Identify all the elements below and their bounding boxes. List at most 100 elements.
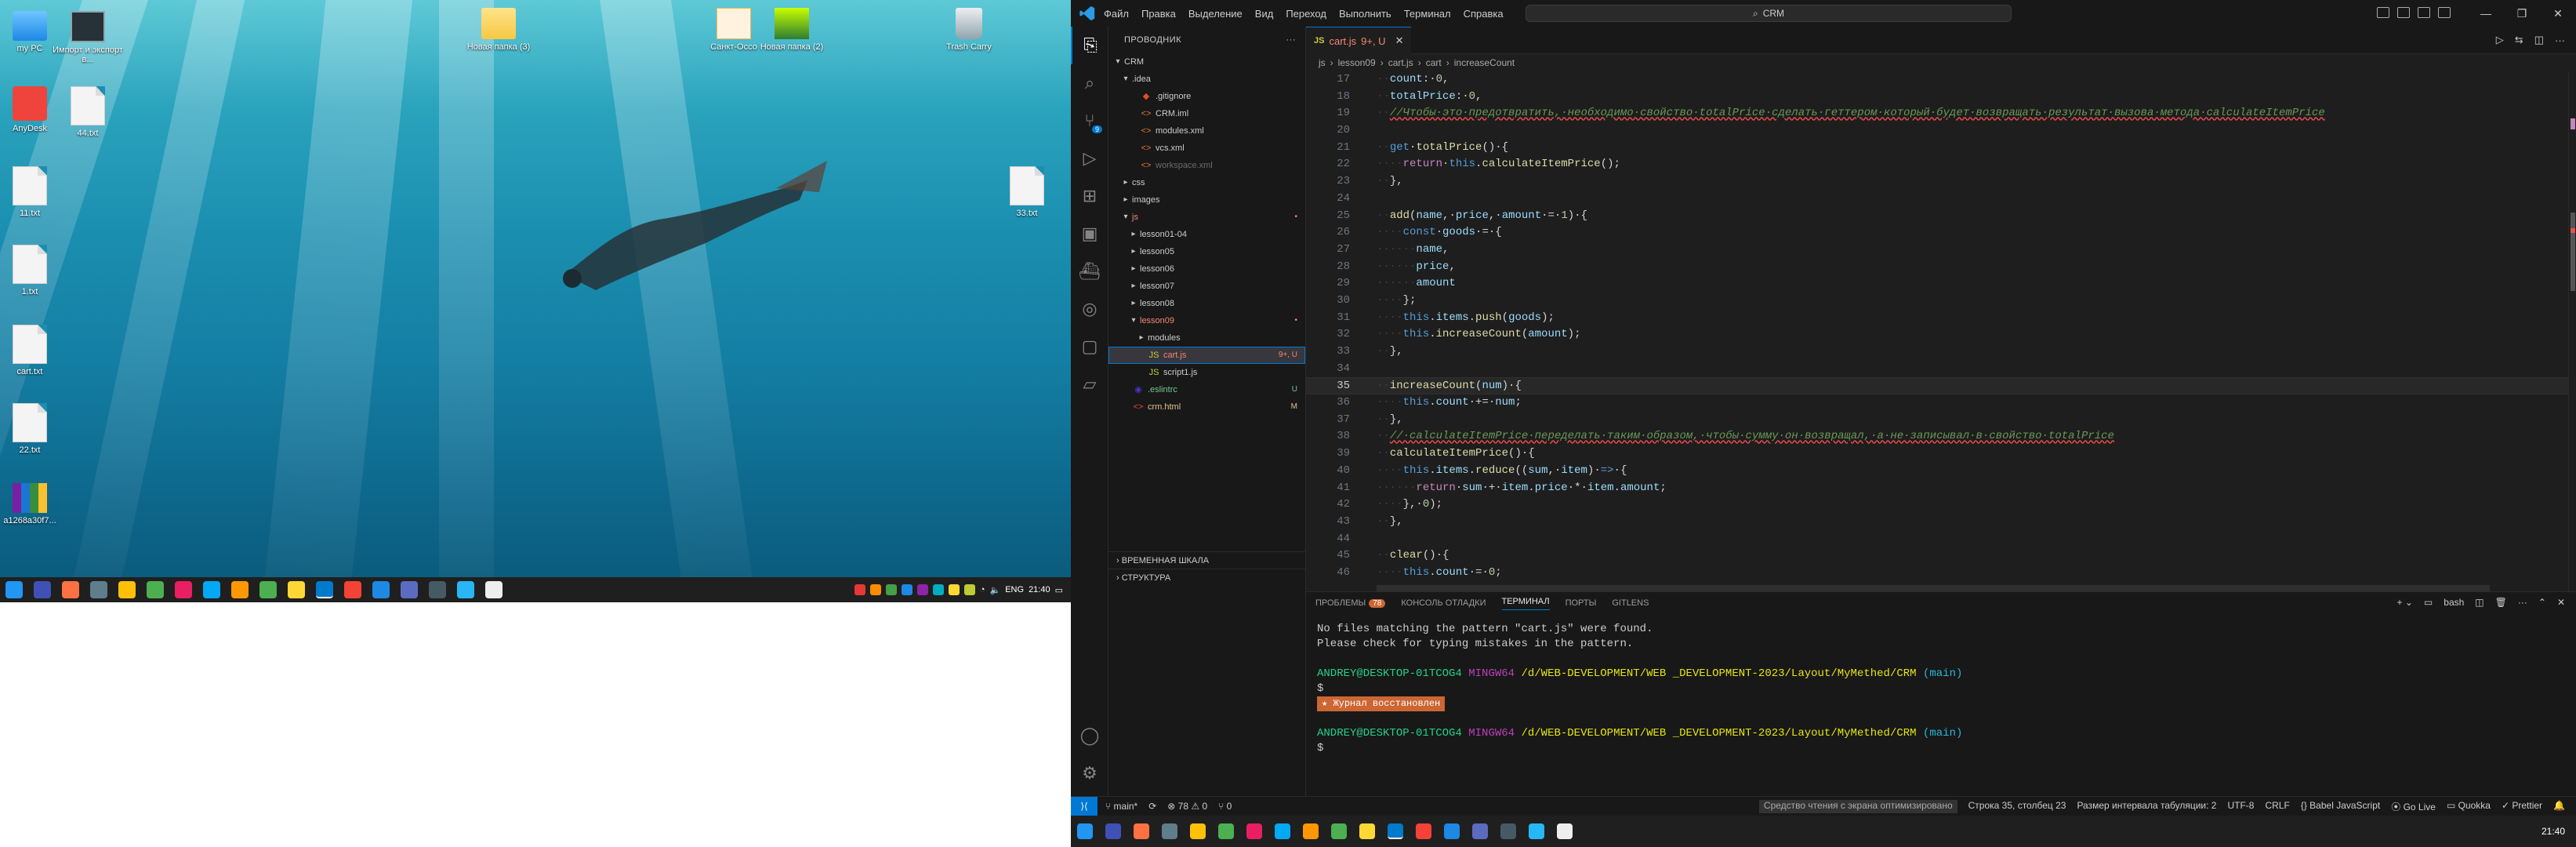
volume-icon[interactable]: 🔈 (990, 585, 1001, 595)
outline-section[interactable]: › СТРУКТУРА (1108, 569, 1306, 586)
tray-icon[interactable] (932, 584, 944, 595)
app-icon[interactable] (90, 581, 107, 598)
app-icon[interactable] (1218, 823, 1234, 839)
split-terminal-icon[interactable]: ◫ (2475, 597, 2483, 608)
split-editor-icon[interactable]: ◫ (2534, 34, 2544, 46)
clock[interactable]: 21:40 (1029, 585, 1050, 594)
app-icon[interactable] (175, 581, 192, 598)
screen-reader-status[interactable]: Средство чтения с экрана оптимизировано (1758, 799, 1957, 813)
tree-item[interactable]: ▸ lesson08 (1108, 295, 1305, 312)
notifications-icon[interactable]: 🔔 (2553, 800, 2565, 813)
breadcrumb-item[interactable]: increaseCount (1454, 57, 1515, 68)
panel-tab[interactable]: ТЕРМИНАЛ (1501, 597, 1550, 610)
menu-item[interactable]: Выделение (1188, 8, 1243, 20)
app-icon[interactable] (1529, 823, 1544, 839)
desktop-icon-44-txt[interactable]: 44.txt (50, 86, 125, 138)
breadcrumb-item[interactable]: cart.js (1388, 57, 1413, 68)
eol-status[interactable]: CRLF (2265, 800, 2289, 813)
app-icon[interactable] (1303, 823, 1319, 839)
app-icon[interactable] (1416, 823, 1431, 839)
trash-icon[interactable]: 🗑 (2495, 597, 2507, 608)
problems-indicator[interactable]: ⊗ 78 ⚠ 0 (1167, 801, 1207, 812)
start-icon[interactable] (5, 581, 23, 598)
tab-cart-js[interactable]: JS cart.js 9+, U ✕ (1306, 27, 1412, 54)
telegram-icon[interactable] (203, 581, 220, 598)
close-icon[interactable]: ✕ (2557, 597, 2565, 608)
tray-icon[interactable] (901, 584, 912, 595)
tree-item[interactable]: ▾ .idea (1108, 71, 1305, 88)
firefox-icon[interactable] (62, 581, 79, 598)
toggle-secondary-sidebar-icon[interactable] (2418, 7, 2430, 18)
tree-item[interactable]: <> workspace.xml (1108, 157, 1305, 174)
tray-icon[interactable] (869, 584, 881, 595)
branch-indicator[interactable]: ⑂ main* (1105, 801, 1137, 812)
maximize-icon[interactable]: ❐ (2504, 7, 2540, 20)
menu-item[interactable]: Терминал (1404, 8, 1451, 20)
tree-root[interactable]: ▾ CRM (1108, 53, 1305, 71)
new-terminal-icon[interactable]: + ⌄ (2397, 597, 2413, 608)
sync-icon[interactable]: ⟳ (1148, 801, 1156, 812)
panel-tab[interactable]: GITLENS (1612, 598, 1649, 608)
tree-item[interactable]: ▸ lesson07 (1108, 278, 1305, 295)
settings-gear-icon[interactable]: ⚙ (1071, 754, 1108, 792)
app-icon[interactable] (1246, 823, 1262, 839)
breadcrumb-item[interactable]: lesson09 (1338, 57, 1376, 68)
tray-icon[interactable] (885, 584, 897, 595)
customize-layout-icon[interactable] (2438, 7, 2451, 18)
tray-icon[interactable] (948, 584, 960, 595)
desktop-icon-1-txt[interactable]: 1.txt (0, 245, 67, 296)
tree-item[interactable]: JS script1.js (1108, 364, 1305, 381)
tree-item[interactable]: ◉ .eslintrc U (1108, 381, 1305, 398)
tree-item[interactable]: ◆ .gitignore (1108, 88, 1305, 105)
discord-icon[interactable] (1472, 823, 1488, 839)
app-icon[interactable] (1557, 823, 1573, 839)
app-icon[interactable] (485, 581, 503, 598)
edge-icon[interactable] (34, 581, 51, 598)
desktop-icon-import-export[interactable]: Импорт и экспорт в... (50, 11, 125, 64)
remote-explorer-icon[interactable]: ▣ (1071, 215, 1108, 253)
tree-item[interactable]: ▸ lesson01-04 (1108, 226, 1305, 243)
language-indicator[interactable]: ENG (1005, 585, 1024, 594)
more-actions-icon[interactable]: ··· (2518, 597, 2527, 608)
folder-icon[interactable] (1359, 823, 1375, 839)
tray-icon[interactable] (854, 584, 865, 595)
panel-tab[interactable]: ПРОБЛЕМЫ 78 (1315, 598, 1386, 608)
desktop-icon-22-txt[interactable]: 22.txt (0, 403, 67, 455)
desktop-icon-new-folder-3[interactable]: Новая папка (3) (461, 8, 536, 52)
toggle-sidebar-icon[interactable] (2377, 7, 2389, 18)
menu-item[interactable]: Файл (1104, 8, 1129, 20)
tree-item[interactable]: ▾ js • (1108, 209, 1305, 226)
app-icon[interactable] (429, 581, 446, 598)
close-icon[interactable]: ✕ (1395, 35, 1404, 47)
discord-icon[interactable] (401, 581, 418, 598)
tree-item[interactable]: ▸ lesson06 (1108, 260, 1305, 278)
code-editor[interactable]: 17 ··count:·0, 18 ··totalPrice:·0, 19 ··//Что… (1306, 71, 2568, 591)
notification-icon[interactable]: ▭ (1055, 585, 1063, 595)
timeline-section[interactable]: › ВРЕМЕННАЯ ШКАЛА (1108, 551, 1306, 569)
desktop-icon-new-folder-2[interactable]: Новая папка (2) (754, 8, 829, 52)
tree-item[interactable]: <> modules.xml (1108, 122, 1305, 140)
app-icon[interactable] (147, 581, 164, 598)
desktop-icon-33-txt[interactable]: 33.txt (989, 166, 1065, 218)
breadcrumb-item[interactable]: js (1319, 57, 1326, 68)
app-icon[interactable] (344, 581, 361, 598)
compare-icon[interactable]: ⇆ (2515, 34, 2523, 46)
app-icon[interactable] (1190, 823, 1206, 839)
terminal-output[interactable]: No files matching the pattern "cart.js" … (1317, 622, 1962, 756)
desktop-icon-cart-txt[interactable]: cart.txt (0, 325, 67, 376)
tray-icon[interactable] (916, 584, 928, 595)
tree-item[interactable]: ▸ css (1108, 174, 1305, 191)
minimize-icon[interactable]: — (2468, 7, 2504, 20)
tree-item[interactable]: <> CRM.iml (1108, 105, 1305, 122)
telegram-icon[interactable] (1275, 823, 1290, 839)
vscode-icon[interactable] (1388, 823, 1403, 839)
explorer-icon[interactable]: ⎘ (1071, 27, 1108, 64)
desktop-icon-11-txt[interactable]: 11.txt (0, 166, 67, 218)
go-live-button[interactable]: ⦿ Go Live (2391, 800, 2436, 813)
encoding-status[interactable]: UTF-8 (2227, 800, 2254, 813)
extensions-icon[interactable]: ⊞ (1071, 177, 1108, 215)
minimap[interactable] (2568, 71, 2576, 591)
panel-tab[interactable]: КОНСОЛЬ ОТЛАДКИ (1401, 598, 1486, 608)
app-icon[interactable] (1444, 823, 1460, 839)
tree-item[interactable]: ▾ lesson09 • (1108, 312, 1305, 329)
